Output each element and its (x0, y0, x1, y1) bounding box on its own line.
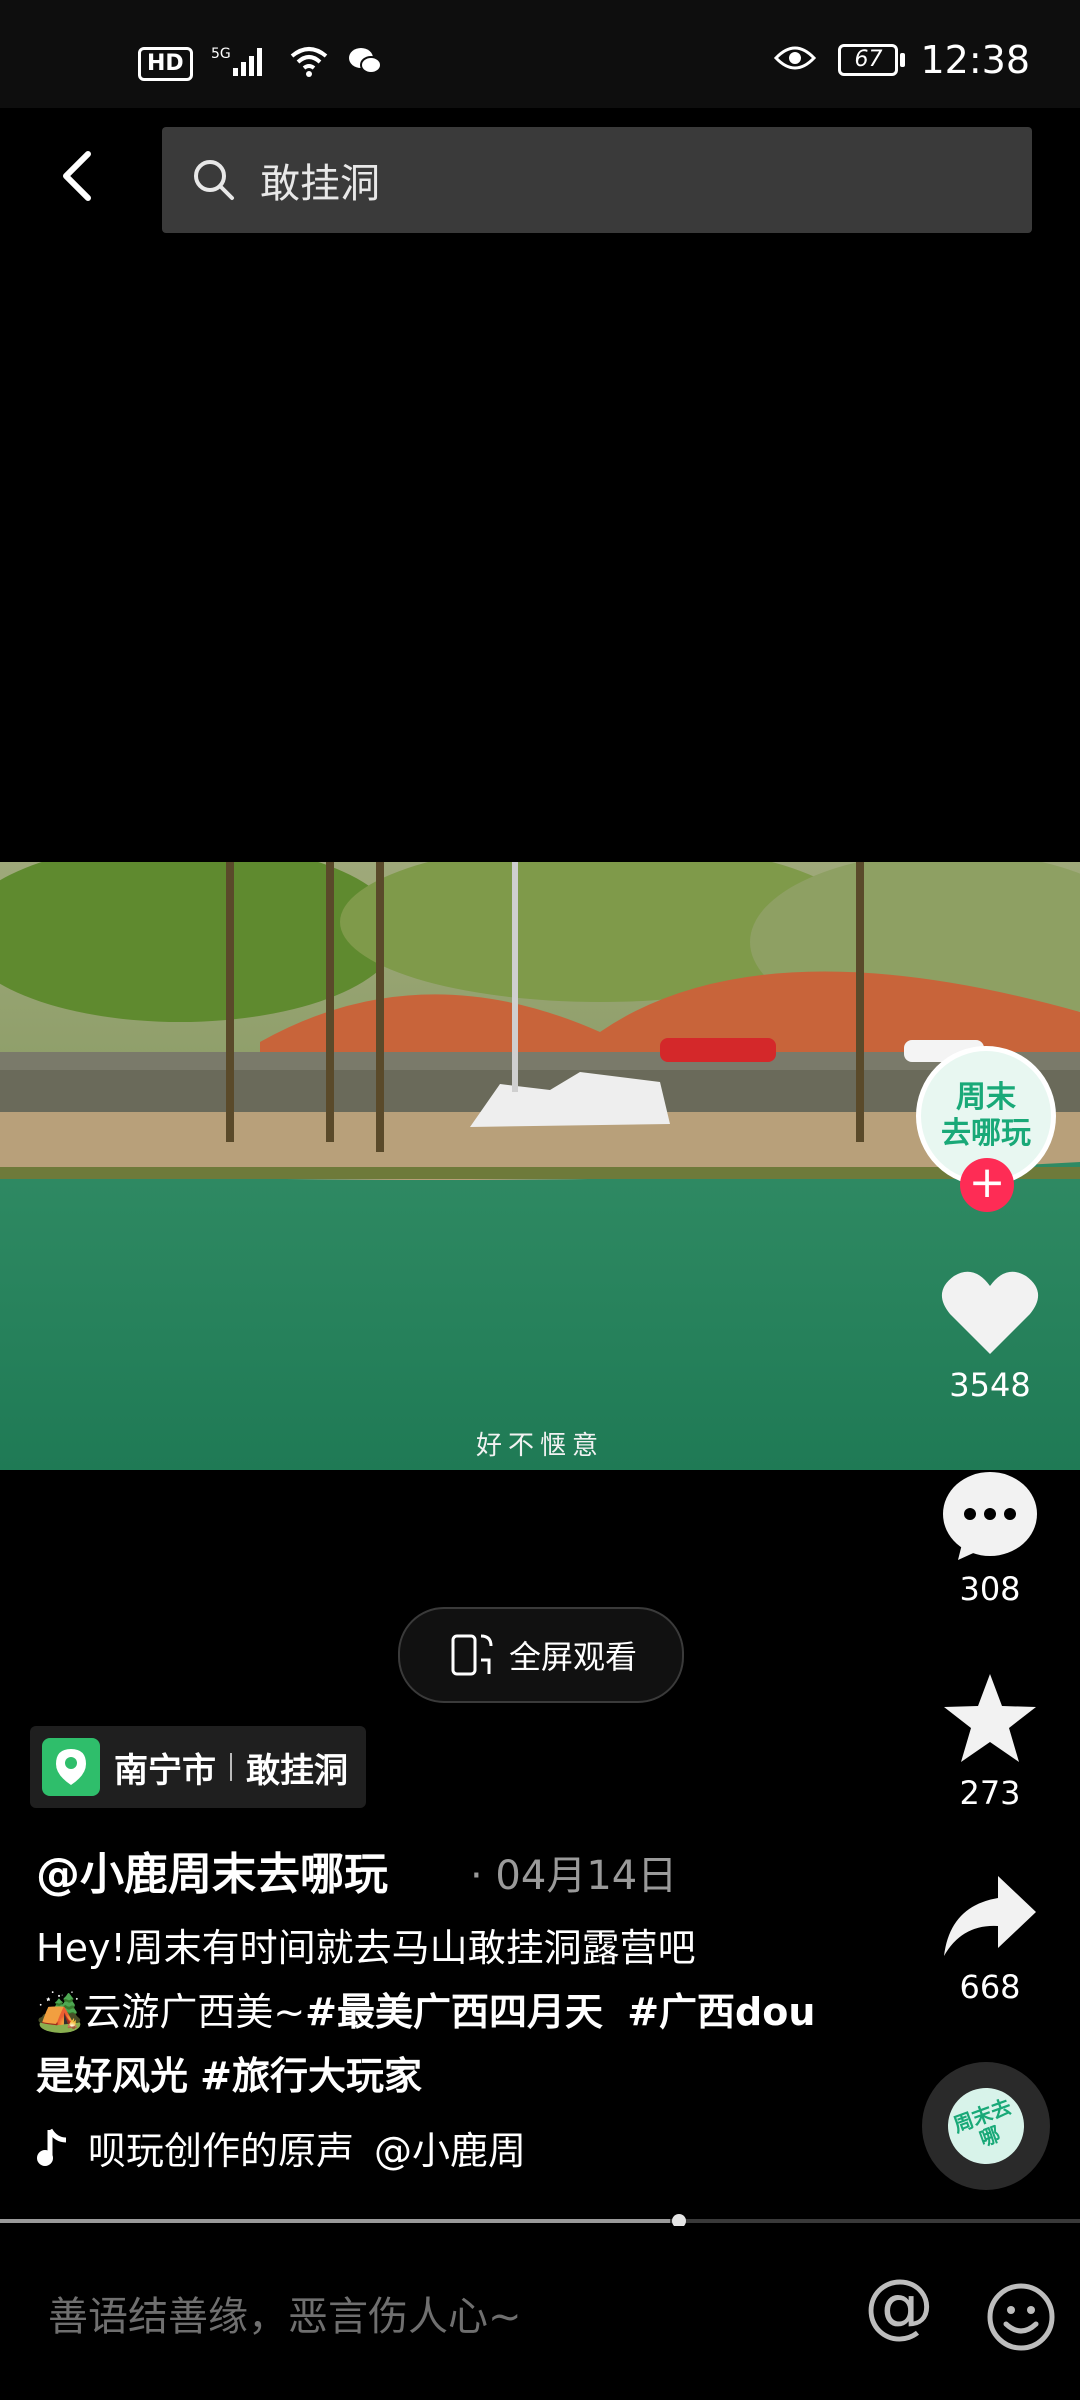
location-tag[interactable]: 南宁市 敢挂洞 (30, 1726, 366, 1808)
desc-line2: 🏕️云游广西美~#最美广西四月天 #广西dou是好风光 #旅行大玩家 (36, 1980, 816, 2108)
wifi-icon (289, 44, 329, 84)
favorite-count: 273 (959, 1774, 1021, 1812)
mention-icon[interactable]: @ (864, 2264, 934, 2346)
fullscreen-button[interactable]: 全屏观看 (398, 1607, 684, 1703)
signal-icon: 5G (211, 44, 271, 84)
svg-text:5G: 5G (211, 46, 231, 62)
search-icon (194, 160, 234, 200)
comment-input[interactable]: 善语结善缘，恶言伤人心~ (48, 2284, 522, 2342)
fullscreen-label: 全屏观看 (508, 1638, 637, 1676)
music-disc[interactable]: 周末去哪 (922, 2062, 1050, 2190)
share-count: 668 (959, 1968, 1021, 2006)
eye-icon (774, 44, 817, 76)
video-player[interactable] (0, 862, 1080, 1470)
avatar-text-line2: 去哪玩 (941, 1116, 1031, 1151)
status-left: HD 5G (138, 44, 383, 84)
desc-line1: Hey!周末有时间就去马山敢挂洞露营吧 (36, 1926, 696, 1970)
video-frame-image (0, 862, 1080, 1470)
search-query: 敢挂洞 (260, 161, 380, 207)
location-pin-icon (42, 1738, 100, 1796)
wechat-icon (347, 45, 383, 83)
star-icon (944, 1674, 1036, 1762)
comment-bar: 善语结善缘，恶言伤人心~ @ (0, 2226, 1080, 2400)
hashtag-1[interactable]: #最美广西四月天 (305, 1990, 603, 2034)
status-bar: HD 5G 67 12:38 (0, 0, 1080, 108)
heart-icon (941, 1271, 1039, 1354)
status-right: 67 12:38 (774, 38, 1030, 82)
music-label: 呗玩创作的原声 (88, 2129, 355, 2173)
hd-badge: HD (138, 47, 193, 81)
desc-line2-text: 云游广西美~ (83, 1990, 306, 2034)
music-author: @小鹿周 (374, 2129, 527, 2173)
clock: 12:38 (920, 38, 1030, 82)
hashtag-3[interactable]: #旅行大玩家 (200, 2054, 422, 2098)
follow-button[interactable]: + (960, 1158, 1014, 1212)
favorite-action[interactable]: 273 (930, 1670, 1050, 1812)
tent-emoji: 🏕️ (36, 1990, 84, 2034)
disc-label: 周末去哪 (937, 2077, 1035, 2175)
location-separator (230, 1753, 232, 1781)
avatar-text-line1: 周末 (956, 1080, 1016, 1115)
author-name[interactable]: @小鹿周末去哪玩 (36, 1838, 388, 1902)
video-progress[interactable] (0, 2214, 1080, 2228)
location-city: 南宁市 (114, 1750, 216, 1791)
battery-icon: 67 (838, 44, 906, 76)
post-description: Hey!周末有时间就去马山敢挂洞露营吧 🏕️云游广西美~#最美广西四月天 #广西… (36, 1916, 816, 2108)
like-count: 3548 (949, 1366, 1031, 1404)
like-action[interactable]: 3548 (930, 1268, 1050, 1404)
emoji-icon[interactable] (986, 2282, 1056, 2356)
share-action[interactable]: 668 (930, 1872, 1050, 2006)
share-icon (944, 1876, 1036, 1956)
comment-action[interactable]: 308 (930, 1470, 1050, 1608)
location-place: 敢挂洞 (246, 1750, 348, 1791)
comment-icon (943, 1472, 1037, 1560)
music-info[interactable]: 呗玩创作的原声 @小鹿周 (36, 2120, 526, 2175)
comment-count: 308 (959, 1570, 1021, 1608)
back-icon[interactable] (50, 146, 110, 206)
post-date: · 04月14日 (470, 1853, 678, 1899)
top-bar: 敢挂洞 (0, 108, 1080, 240)
video-subtitle: 好不惬意 (475, 1431, 604, 1461)
progress-fill (0, 2219, 670, 2223)
search-box[interactable]: 敢挂洞 (162, 127, 1032, 233)
music-note-icon (37, 2128, 67, 2166)
rotate-phone-icon (451, 1634, 493, 1676)
